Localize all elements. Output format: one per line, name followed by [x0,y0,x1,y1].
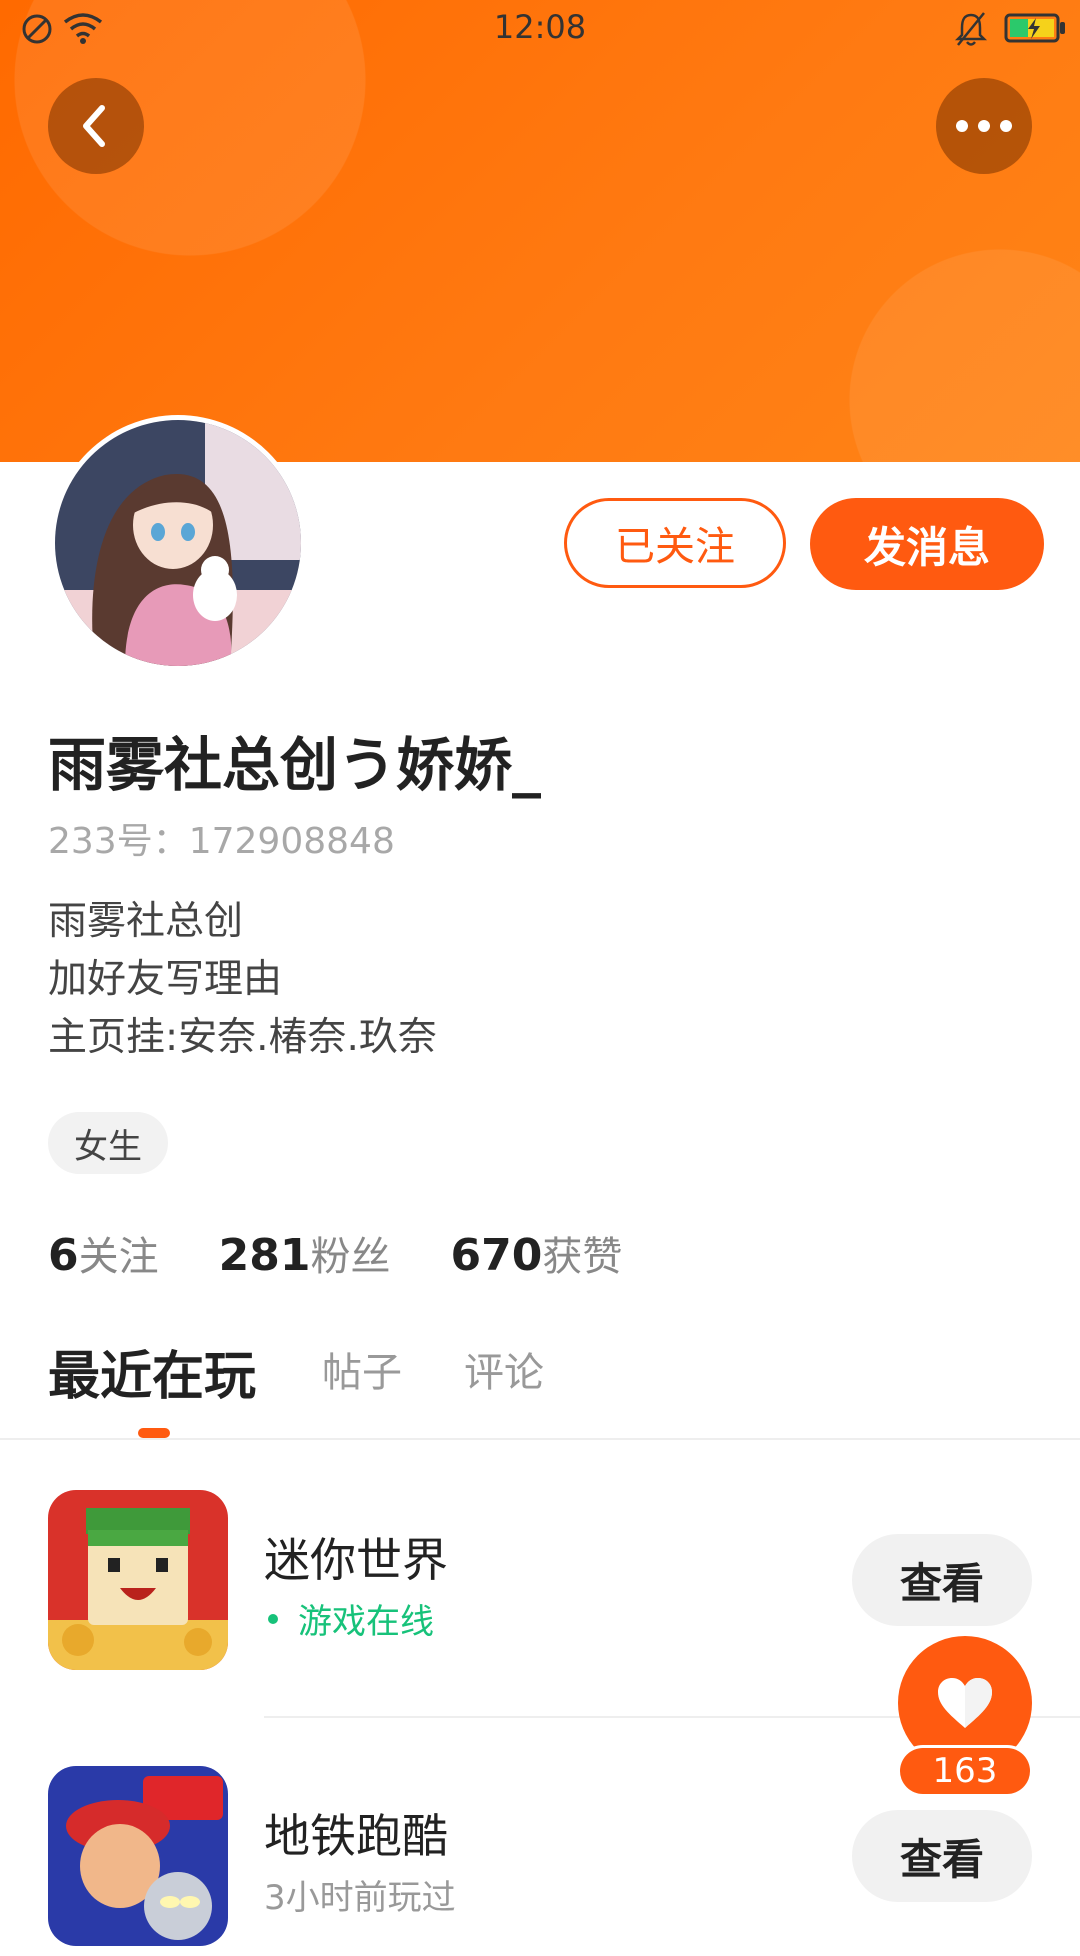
username: 雨雾社总创う娇娇_ [48,731,542,799]
stat-following[interactable]: 6 关注 [48,1224,159,1282]
game-icon [48,1490,228,1670]
gender-tag: 女生 [48,1112,168,1174]
send-message-button[interactable]: 发消息 [810,498,1044,590]
stat-label: 关注 [78,1234,159,1280]
view-game-button[interactable]: 查看 [852,1534,1032,1626]
stat-value: 281 [218,1230,311,1281]
game-title: 地铁跑酷 [264,1809,448,1863]
game-icon [48,1766,228,1946]
list-item[interactable]: 地铁跑酷 3小时前玩过 查看 [0,1766,1080,1956]
stat-label: 粉丝 [310,1234,391,1280]
bio-line: 雨雾社总创 [48,899,244,944]
online-status-dot [268,1614,278,1624]
divider [0,1438,1080,1440]
stat-label: 获赞 [542,1234,623,1280]
subway-surfers-game-icon [48,1766,228,1946]
bio-line: 加好友写理由 [48,957,283,1002]
game-title: 迷你世界 [264,1533,448,1587]
stats-bar: 6 关注 281 粉丝 670 获赞 [48,1224,682,1284]
status-time: 12:08 [493,8,587,46]
more-horizontal-icon [956,120,1012,132]
status-bar: 12:08 [0,0,1080,58]
battery-charging-icon [1004,13,1065,43]
mini-world-game-icon [48,1490,228,1670]
heart-icon [938,1678,992,1728]
avatar-illustration [55,420,301,666]
tab-comments[interactable]: 评论 [464,1340,544,1398]
bio-line: 主页挂:安奈.椿奈.玖奈 [48,1015,437,1060]
following-button[interactable]: 已关注 [564,498,786,588]
stat-value: 670 [450,1230,543,1281]
notifications-muted-icon [954,12,988,46]
game-status: 3小时前玩过 [264,1878,456,1918]
tab-recently-played[interactable]: 最近在玩 [48,1334,256,1409]
back-button[interactable] [48,78,144,174]
tab-posts[interactable]: 帖子 [322,1340,402,1398]
view-game-button[interactable]: 查看 [852,1810,1032,1902]
stat-likes[interactable]: 670 获赞 [450,1224,622,1282]
list-item[interactable]: 迷你世界 游戏在线 查看 [0,1490,1080,1680]
bio: 雨雾社总创 加好友写理由 主页挂:安奈.椿奈.玖奈 [48,893,437,1067]
game-status: 游戏在线 [298,1602,434,1642]
chevron-left-icon [83,105,105,147]
stat-fans[interactable]: 281 粉丝 [219,1224,391,1282]
stat-value: 6 [48,1230,79,1281]
user-id: 233号：172908848 [48,821,395,862]
more-button[interactable] [936,78,1032,174]
profile-header-banner: 12:08 [0,0,1080,462]
active-tab-indicator [138,1428,170,1438]
like-count-badge: 163 [900,1748,1030,1794]
user-avatar[interactable] [50,415,306,671]
